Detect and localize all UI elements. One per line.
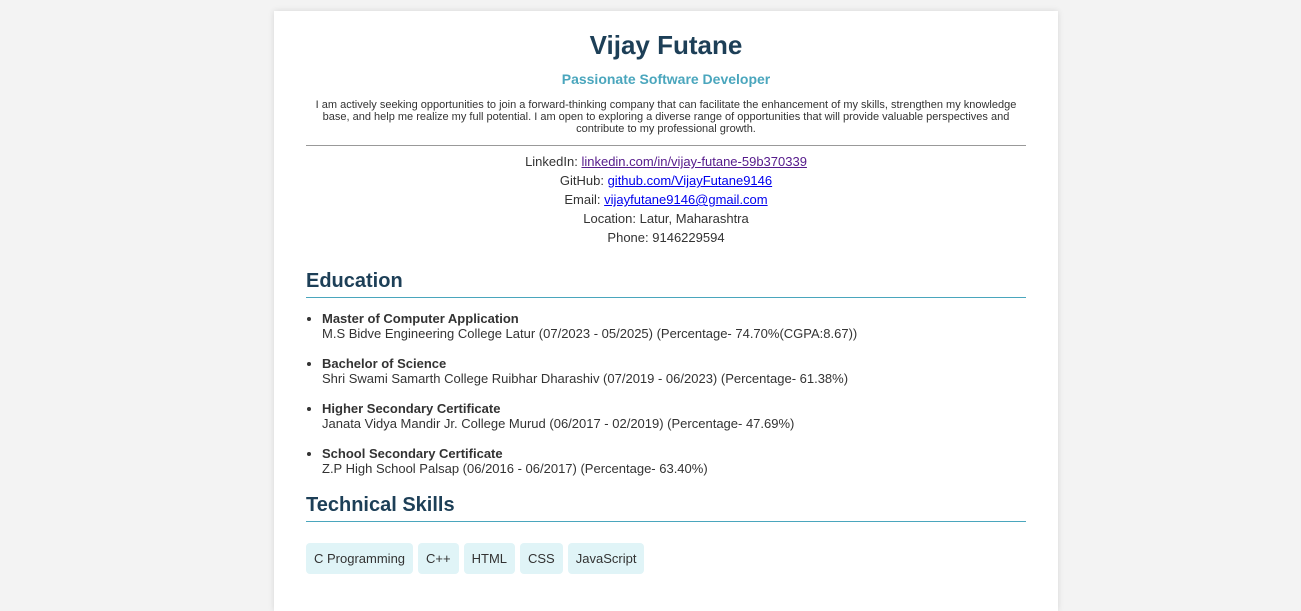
degree-title: Master of Computer Application <box>322 311 519 326</box>
phone-value: 9146229594 <box>652 230 725 245</box>
degree-title: Bachelor of Science <box>322 356 447 371</box>
education-item: Higher Secondary Certificate Janata Vidy… <box>322 401 1026 431</box>
degree-details: Janata Vidya Mandir Jr. College Murud (0… <box>322 416 795 431</box>
degree-title: School Secondary Certificate <box>322 446 503 461</box>
header-divider <box>306 145 1026 146</box>
degree-details: Z.P High School Palsap (06/2016 - 06/201… <box>322 461 708 476</box>
skill-tag: CSS <box>520 543 563 574</box>
education-item: Bachelor of Science Shri Swami Samarth C… <box>322 356 1026 386</box>
github-label: GitHub: <box>559 173 604 188</box>
location-label: Location: <box>583 211 636 226</box>
contact-email-row: Email: vijayfutane9146@gmail.com <box>306 190 1026 209</box>
skill-tag: C Programming <box>306 543 414 574</box>
location-value: Latur, Maharashtra <box>639 211 749 226</box>
contact-linkedin-row: LinkedIn: linkedin.com/in/vijay-futane-5… <box>306 152 1026 171</box>
linkedin-link[interactable]: linkedin.com/in/vijay-futane-59b370339 <box>581 154 806 169</box>
contact-info: LinkedIn: linkedin.com/in/vijay-futane-5… <box>306 152 1026 247</box>
linkedin-label: LinkedIn: <box>525 154 578 169</box>
github-link[interactable]: github.com/VijayFutane9146 <box>608 173 773 188</box>
phone-label: Phone: <box>607 230 649 245</box>
email-label: Email: <box>564 192 601 207</box>
skills-list: C Programming C++ HTML CSS JavaScript <box>306 543 1026 574</box>
degree-details: Shri Swami Samarth College Ruibhar Dhara… <box>322 371 849 386</box>
contact-github-row: GitHub: github.com/VijayFutane9146 <box>306 171 1026 190</box>
skill-tag: JavaScript <box>567 543 645 574</box>
summary-text: I am actively seeking opportunities to j… <box>315 99 1017 135</box>
degree-details: M.S Bidve Engineering College Latur (07/… <box>322 326 858 341</box>
candidate-tagline: Passionate Software Developer <box>561 71 771 87</box>
email-link[interactable]: vijayfutane9146@gmail.com <box>604 192 768 207</box>
contact-location-row: Location: Latur, Maharashtra <box>306 209 1026 228</box>
skill-tag: HTML <box>463 543 515 574</box>
degree-title: Higher Secondary Certificate <box>322 401 501 416</box>
skill-tag: C++ <box>418 543 459 574</box>
education-heading: Education <box>306 269 1026 298</box>
education-list: Master of Computer Application M.S Bidve… <box>306 311 1026 476</box>
resume-page: Vijay Futane Passionate Software Develop… <box>274 11 1058 611</box>
education-item: School Secondary Certificate Z.P High Sc… <box>322 446 1026 476</box>
skills-heading: Technical Skills <box>306 493 1026 522</box>
contact-phone-row: Phone: 9146229594 <box>306 228 1026 247</box>
candidate-name: Vijay Futane <box>589 30 743 60</box>
education-item: Master of Computer Application M.S Bidve… <box>322 311 1026 341</box>
